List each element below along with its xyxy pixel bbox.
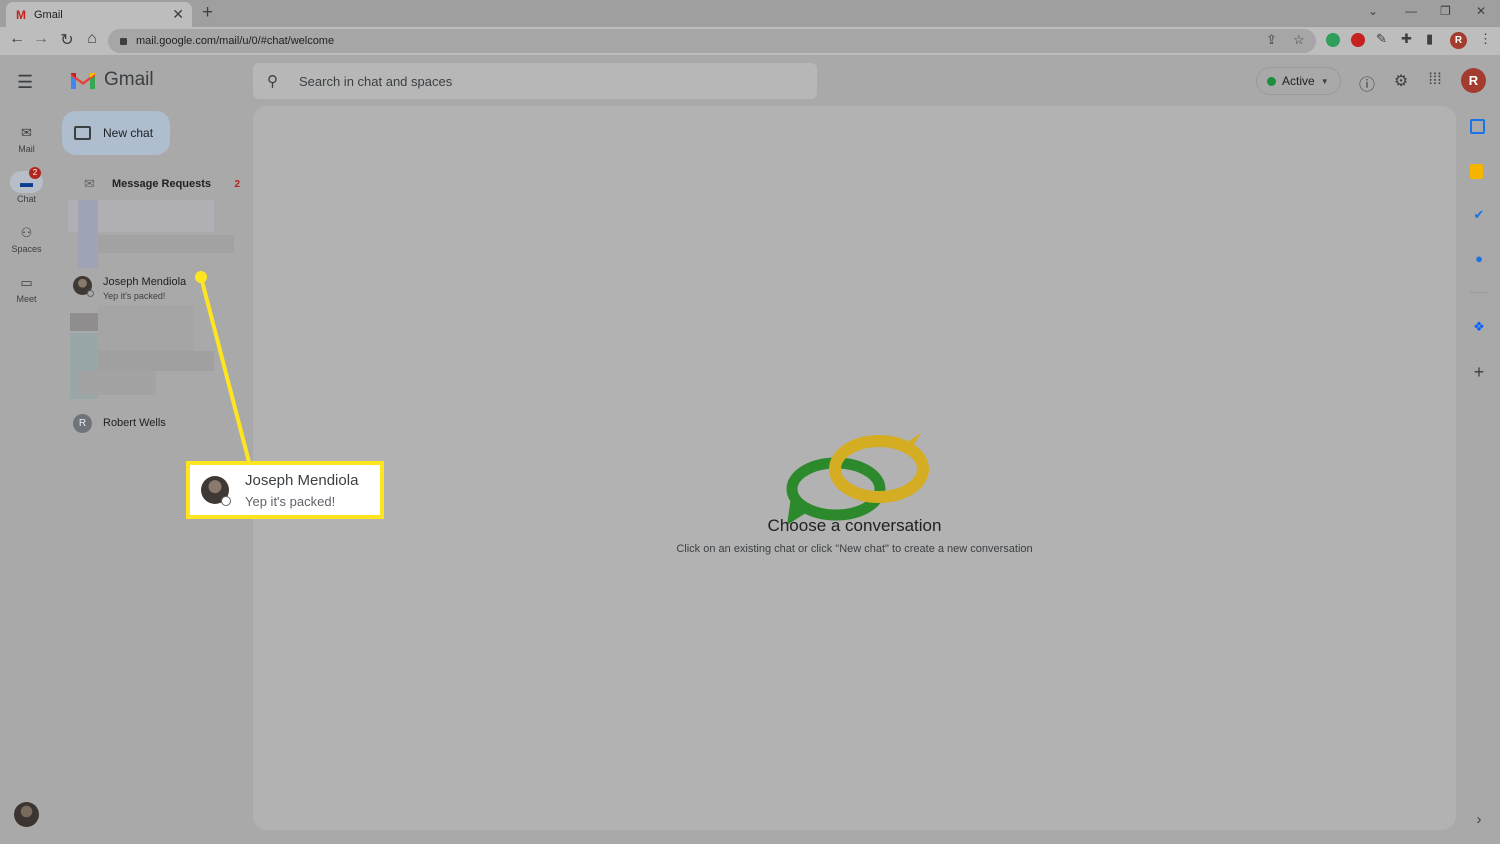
avatar	[201, 476, 231, 506]
callout-highlight: Joseph Mendiola Yep it's packed!	[186, 461, 384, 519]
callout-pointer	[195, 271, 251, 463]
callout-chat-name: Joseph Mendiola	[245, 471, 359, 489]
callout-chat-snippet: Yep it's packed!	[245, 493, 336, 509]
presence-icon	[221, 496, 231, 506]
